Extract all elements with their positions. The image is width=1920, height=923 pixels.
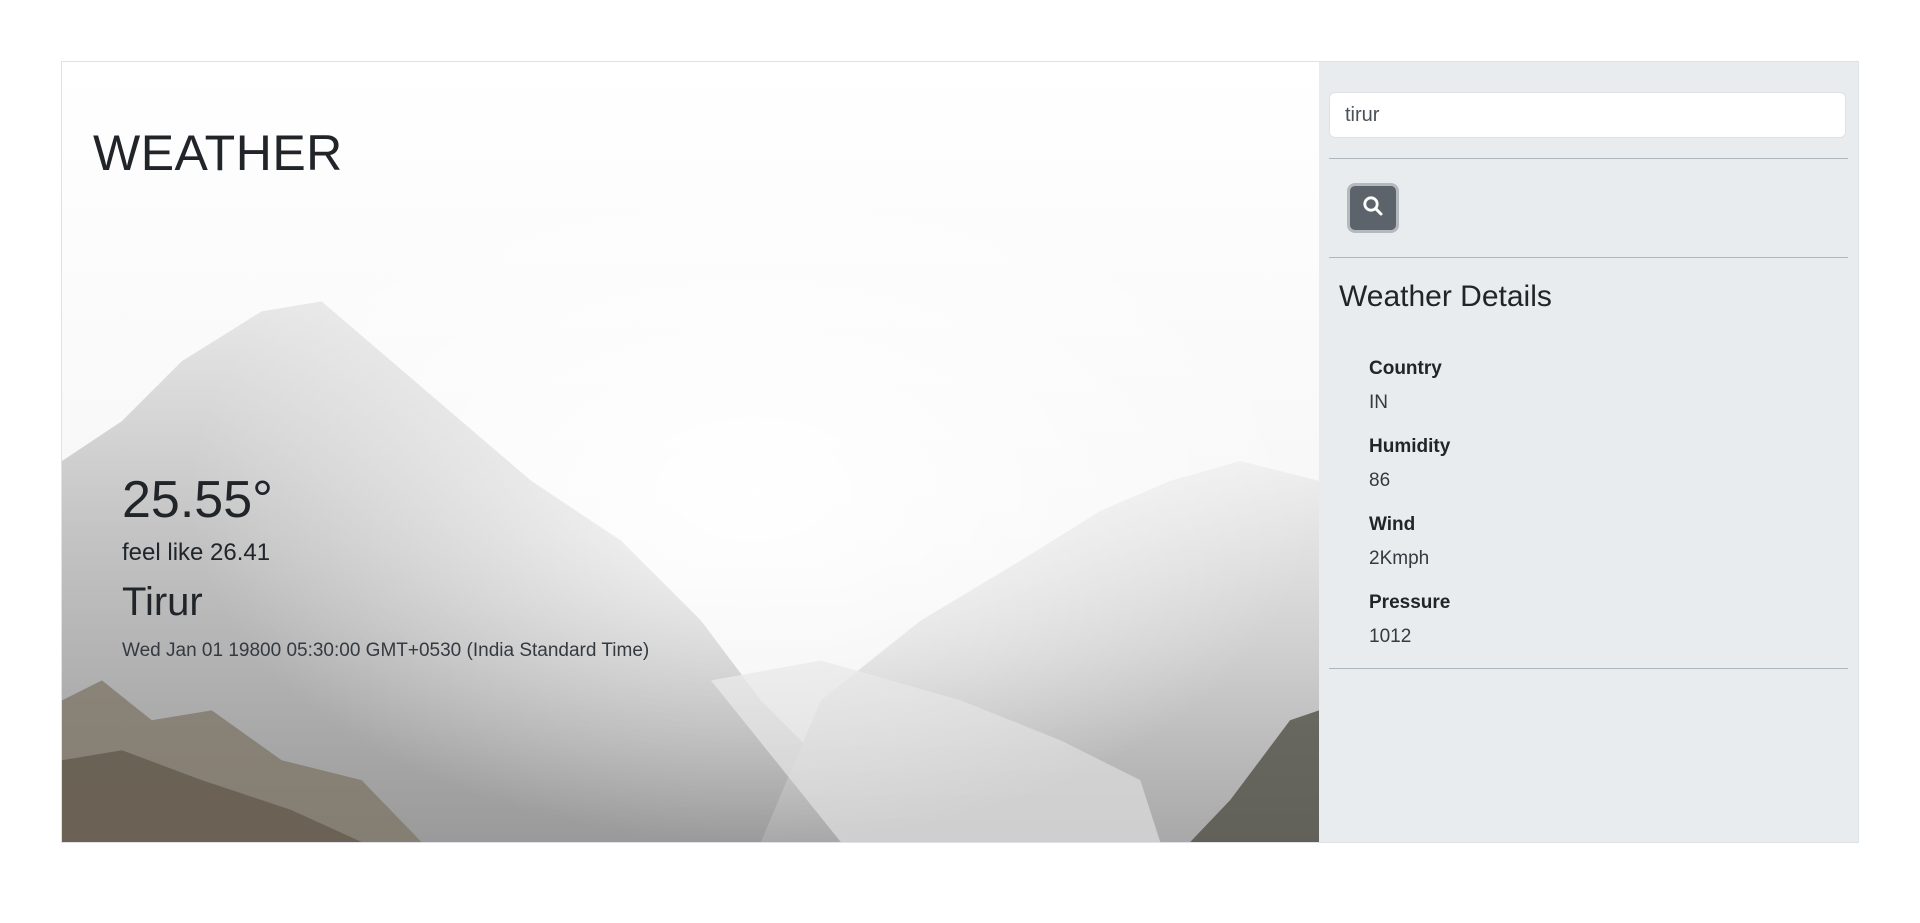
weather-hero-panel: WEATHER 25.55° feel like 26.41 Tirur Wed…	[62, 62, 1319, 842]
search-icon	[1362, 195, 1384, 222]
divider	[1329, 257, 1848, 258]
detail-label-country: Country	[1369, 358, 1442, 379]
detail-label-wind: Wind	[1369, 514, 1416, 535]
app-title: WEATHER	[93, 125, 343, 181]
date-time: Wed Jan 01 19800 05:30:00 GMT+0530 (Indi…	[122, 639, 650, 661]
detail-value-wind: 2Kmph	[1369, 548, 1430, 569]
weather-card: WEATHER 25.55° feel like 26.41 Tirur Wed…	[61, 61, 1859, 843]
temperature: 25.55°	[122, 471, 273, 529]
city-name: Tirur	[122, 579, 203, 624]
detail-value-pressure: 1012	[1369, 626, 1412, 647]
detail-value-humidity: 86	[1369, 470, 1391, 491]
search-button[interactable]	[1347, 183, 1399, 233]
divider	[1329, 158, 1848, 159]
divider	[1329, 668, 1848, 669]
detail-value-country: IN	[1369, 392, 1388, 413]
weather-sidebar: Weather Details Country IN Humidity 86 W…	[1319, 62, 1858, 842]
current-weather: 25.55° feel like 26.41 Tirur Wed Jan 01 …	[122, 471, 650, 662]
weather-details-title: Weather Details	[1339, 280, 1552, 313]
feels-like: feel like 26.41	[122, 539, 271, 567]
detail-label-pressure: Pressure	[1369, 592, 1451, 613]
city-search-input[interactable]	[1329, 92, 1846, 138]
weather-details-list: Country IN Humidity 86 Wind 2Kmph Pressu…	[1369, 358, 1848, 648]
detail-label-humidity: Humidity	[1369, 436, 1451, 457]
